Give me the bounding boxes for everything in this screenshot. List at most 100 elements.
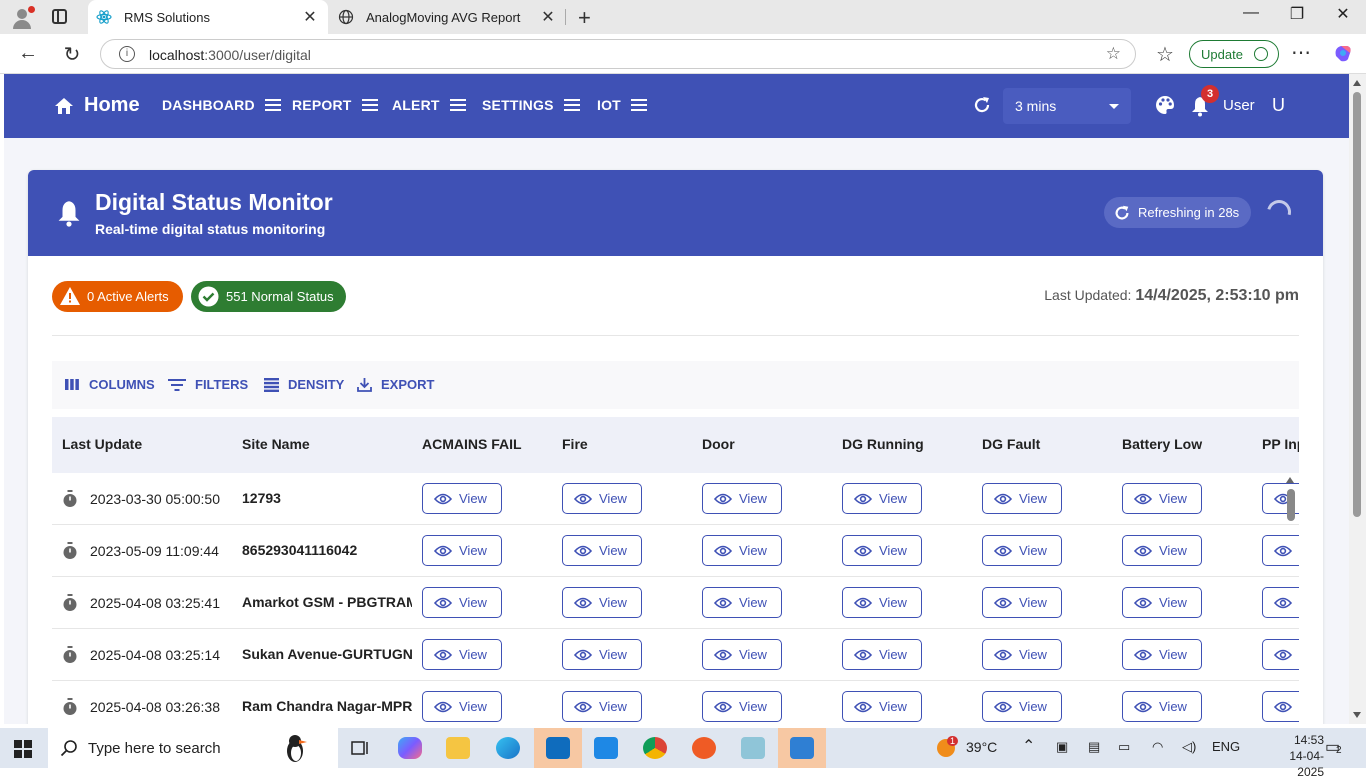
notepad-icon[interactable]	[729, 728, 777, 768]
column-header-dg-running[interactable]: DG Running	[842, 436, 924, 452]
column-header-acmains-fail[interactable]: ACMAINS FAIL	[422, 436, 522, 452]
scroll-thumb[interactable]	[1353, 92, 1361, 517]
columns-button[interactable]: COLUMNS	[64, 377, 155, 392]
normal-status-chip[interactable]: 551 Normal Status	[191, 281, 346, 312]
user-menu[interactable]: User	[1223, 97, 1255, 114]
outlook-icon[interactable]	[534, 728, 582, 768]
table-row[interactable]: 2023-05-09 11:09:44 865293041116042 View Vi…	[52, 525, 1299, 577]
view-fire-button[interactable]: View	[562, 483, 642, 514]
scroll-thumb[interactable]	[1287, 489, 1295, 521]
refresh-interval-select[interactable]: 3 mins	[1003, 88, 1131, 124]
maximize-icon[interactable]: ❐	[1277, 4, 1317, 24]
battery-icon[interactable]: ▭	[1118, 739, 1130, 755]
favorites-icon[interactable]: ☆	[1153, 42, 1177, 67]
view-dg-fault-button[interactable]: View	[982, 587, 1062, 618]
device-icon[interactable]: ▤	[1088, 739, 1100, 755]
view-battery-low-button[interactable]: View	[1122, 483, 1202, 514]
back-icon[interactable]: ←	[16, 42, 40, 65]
column-header-dg-fault[interactable]: DG Fault	[982, 436, 1040, 452]
scroll-up-icon[interactable]	[1353, 80, 1361, 86]
view-dg-fault-button[interactable]: View	[982, 691, 1062, 722]
view-battery-low-button[interactable]: View	[1122, 587, 1202, 618]
table-row[interactable]: 2025-04-08 03:25:14 Sukan Avenue-GURTUGND…	[52, 629, 1299, 681]
volume-icon[interactable]: ◁)	[1182, 739, 1196, 755]
table-row[interactable]: 2023-03-30 05:00:50 12793 View View View View…	[52, 473, 1299, 525]
menu-dashboard[interactable]: DASHBOARD	[162, 97, 281, 113]
palette-icon[interactable]	[1154, 94, 1176, 121]
profile-icon[interactable]	[10, 6, 35, 30]
table-row[interactable]: 2025-04-08 03:26:38 Ram Chandra Nagar-MPR…	[52, 681, 1299, 724]
avatar[interactable]: U	[1272, 95, 1285, 116]
meet-icon[interactable]: ▣	[1056, 739, 1068, 755]
view-door-button[interactable]: View	[702, 691, 782, 722]
close-tab-icon[interactable]: ✕	[538, 7, 558, 27]
scroll-up-icon[interactable]	[1286, 477, 1294, 483]
edge-icon[interactable]	[484, 728, 532, 768]
view-door-button[interactable]: View	[702, 535, 782, 566]
home-link[interactable]: Home	[54, 94, 140, 117]
page-scrollbar[interactable]	[1349, 74, 1366, 724]
view-acmains-fail-button[interactable]: View	[422, 483, 502, 514]
refresh-countdown-chip[interactable]: Refreshing in 28s	[1104, 197, 1251, 228]
refresh-icon[interactable]	[972, 95, 992, 120]
postman-icon[interactable]	[680, 728, 728, 768]
column-header-last-update[interactable]: Last Update	[62, 436, 142, 452]
view-acmains-fail-button[interactable]: View	[422, 535, 502, 566]
export-button[interactable]: EXPORT	[357, 377, 434, 392]
column-header-pp-input[interactable]: PP Inp	[1262, 436, 1299, 452]
menu-iot[interactable]: IOT	[597, 97, 647, 113]
view-dg-fault-button[interactable]: View	[982, 535, 1062, 566]
tab-actions-icon[interactable]	[52, 9, 67, 24]
column-header-door[interactable]: Door	[702, 436, 735, 452]
view-dg-fault-button[interactable]: View	[982, 639, 1062, 670]
menu-settings[interactable]: SETTINGS	[482, 97, 580, 113]
vscode-icon[interactable]	[582, 728, 630, 768]
view-dg-running-button[interactable]: View	[842, 691, 922, 722]
column-header-battery-low[interactable]: Battery Low	[1122, 436, 1202, 452]
reload-icon[interactable]: ↻	[60, 42, 84, 67]
view-fire-button[interactable]: View	[562, 535, 642, 566]
view-dg-running-button[interactable]: View	[842, 483, 922, 514]
view-door-button[interactable]: View	[702, 639, 782, 670]
view-acmains-fail-button[interactable]: View	[422, 639, 502, 670]
chevron-up-icon[interactable]: ⌃	[1022, 736, 1035, 756]
close-window-icon[interactable]: ✕	[1323, 4, 1363, 24]
view-battery-low-button[interactable]: View	[1122, 691, 1202, 722]
view-dg-running-button[interactable]: View	[842, 639, 922, 670]
column-header-site-name[interactable]: Site Name	[242, 436, 310, 452]
active-alerts-chip[interactable]: 0 Active Alerts	[52, 281, 183, 312]
view-acmains-fail-button[interactable]: View	[422, 587, 502, 618]
menu-report[interactable]: REPORT	[292, 97, 378, 113]
view-fire-button[interactable]: View	[562, 639, 642, 670]
update-button[interactable]: Update	[1189, 40, 1279, 68]
menu-alert[interactable]: ALERT	[392, 97, 466, 113]
copilot-icon[interactable]	[386, 728, 434, 768]
new-tab-icon[interactable]: +	[578, 5, 591, 31]
minimize-icon[interactable]: —	[1231, 4, 1271, 22]
scroll-down-icon[interactable]	[1353, 712, 1361, 718]
view-dg-running-button[interactable]: View	[842, 587, 922, 618]
view-battery-low-button[interactable]: View	[1122, 535, 1202, 566]
browser-tab-rms[interactable]: RMS Solutions ✕	[88, 0, 328, 34]
start-icon[interactable]	[14, 740, 32, 758]
filters-button[interactable]: FILTERS	[168, 377, 248, 392]
view-fire-button[interactable]: View	[562, 587, 642, 618]
photos-icon[interactable]	[778, 728, 826, 768]
browser-tab-analog[interactable]: AnalogMoving AVG Report ✕	[330, 0, 566, 34]
view-fire-button[interactable]: View	[562, 691, 642, 722]
view-acmains-fail-button[interactable]: View	[422, 691, 502, 722]
view-dg-running-button[interactable]: View	[842, 535, 922, 566]
file-explorer-icon[interactable]	[434, 728, 482, 768]
view-dg-fault-button[interactable]: View	[982, 483, 1062, 514]
site-info-icon[interactable]: i	[119, 46, 135, 62]
task-view-icon[interactable]	[336, 728, 384, 768]
clock[interactable]: 14:53 14-04-2025	[1276, 732, 1324, 780]
wifi-icon[interactable]: ◠	[1152, 739, 1163, 755]
view-door-button[interactable]: View	[702, 587, 782, 618]
url-field[interactable]: i localhost:3000/user/digital ☆	[100, 39, 1136, 69]
grid-scrollbar[interactable]	[1284, 473, 1296, 724]
view-battery-low-button[interactable]: View	[1122, 639, 1202, 670]
favorite-star-icon[interactable]: ☆	[1106, 44, 1121, 64]
weather-temperature[interactable]: 39°C	[966, 739, 997, 755]
close-tab-icon[interactable]: ✕	[300, 7, 320, 27]
